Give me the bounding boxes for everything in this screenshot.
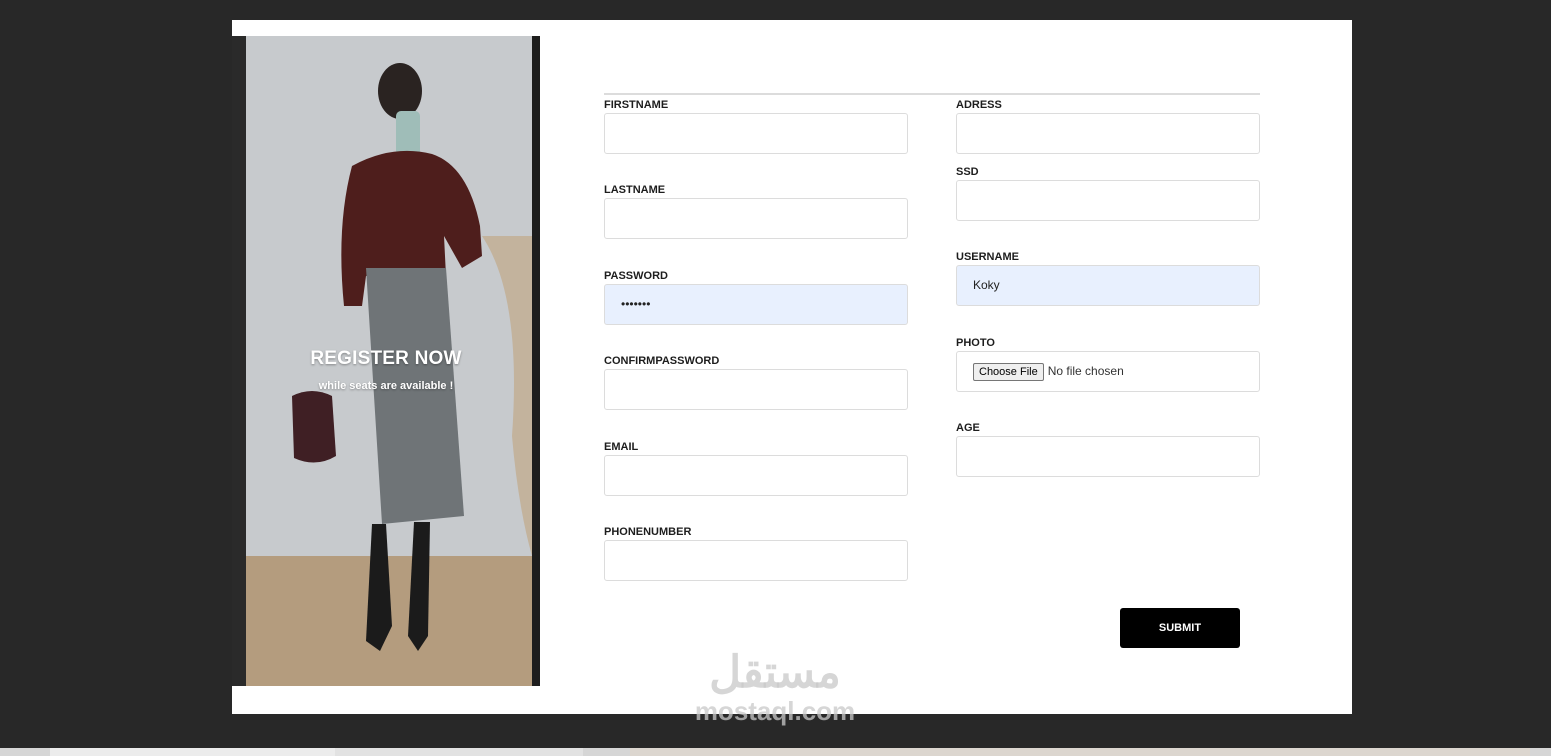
watermark-latin: mostaql.com [694, 696, 856, 726]
ssd-field: SSD [956, 164, 1260, 221]
lastname-label: LASTNAME [604, 184, 666, 196]
confirm-password-field: CONFIRMPASSWORD [604, 353, 908, 410]
phonenumber-field: PHONENUMBER [604, 524, 908, 581]
mostaql-watermark: مستقل mostaql.com [680, 648, 870, 727]
taskbar-item[interactable] [335, 748, 583, 756]
phonenumber-input[interactable] [604, 540, 908, 581]
taskbar-item[interactable] [630, 748, 1530, 756]
hero-photo-panel: REGISTER NOW while seats are available ! [232, 36, 540, 686]
password-field: PASSWORD ••••••• [604, 268, 908, 325]
confirm-password-input[interactable] [604, 369, 908, 410]
ssd-input[interactable] [956, 180, 1260, 221]
choose-file-button[interactable]: Choose File [973, 362, 1044, 381]
email-field: EMAIL [604, 439, 908, 496]
phonenumber-label: PHONENUMBER [604, 526, 692, 538]
password-label: PASSWORD [604, 270, 668, 282]
top-divider [604, 93, 1260, 95]
taskbar-item[interactable] [50, 748, 335, 756]
firstname-label: FIRSTNAME [604, 99, 669, 111]
email-input[interactable] [604, 455, 908, 496]
age-input[interactable] [956, 436, 1260, 477]
confirm-password-label: CONFIRMPASSWORD [604, 355, 720, 367]
password-input[interactable]: ••••••• [604, 284, 908, 325]
submit-button[interactable]: SUBMIT [1120, 608, 1240, 648]
age-field: AGE [956, 420, 1260, 477]
username-input[interactable]: Koky [956, 265, 1260, 306]
taskbar [0, 748, 1551, 756]
photo-field: PHOTO Choose File No file chosen [956, 335, 1260, 392]
age-label: AGE [956, 422, 980, 434]
username-label: USERNAME [956, 251, 1019, 263]
address-input[interactable] [956, 113, 1260, 154]
register-now-subtitle: while seats are available ! [318, 380, 454, 392]
watermark-arabic: مستقل [709, 648, 841, 697]
register-now-heading: REGISTER NOW [310, 348, 462, 369]
address-label: ADRESS [956, 99, 1002, 111]
file-status-text: No file chosen [1047, 364, 1124, 378]
firstname-field: FIRSTNAME [604, 97, 908, 154]
ssd-label: SSD [956, 166, 979, 178]
photo-file-input: Choose File No file chosen [956, 351, 1260, 392]
firstname-input[interactable] [604, 113, 908, 154]
photo-label: PHOTO [956, 337, 995, 349]
registration-card: REGISTER NOW while seats are available !… [232, 20, 1352, 714]
lastname-field: LASTNAME [604, 182, 908, 239]
email-label: EMAIL [604, 441, 639, 453]
username-field: USERNAME Koky [956, 249, 1260, 306]
lastname-input[interactable] [604, 198, 908, 239]
address-field: ADRESS [956, 97, 1260, 154]
